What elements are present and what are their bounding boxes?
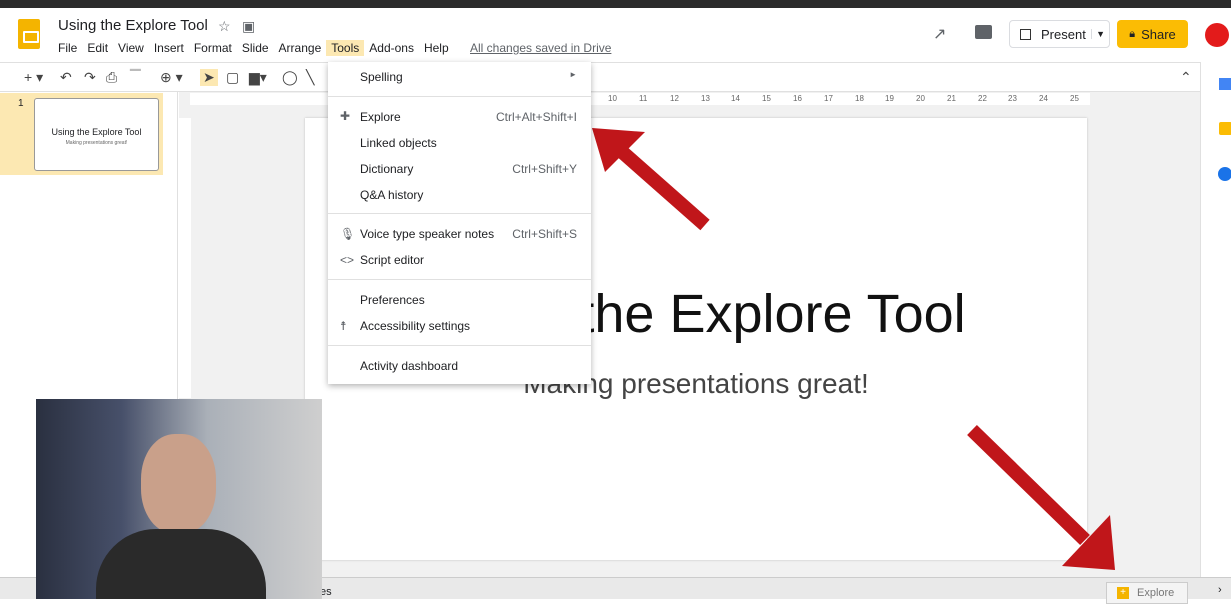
menu-item-accessibility[interactable]: Accessibility settings — [360, 319, 577, 333]
submenu-arrow-icon: ► — [569, 70, 577, 79]
red-arrow-icon — [592, 128, 710, 231]
webcam-overlay — [36, 399, 322, 599]
explore-icon: ✚ — [340, 109, 351, 123]
menu-item-explore[interactable]: Explore Ctrl+Alt+Shift+I — [360, 110, 577, 124]
tools-dropdown-menu: Spelling ► ✚ Explore Ctrl+Alt+Shift+I Link… — [328, 62, 591, 384]
tasks-icon[interactable] — [1218, 167, 1231, 181]
red-arrow-icon — [967, 424, 1115, 570]
menu-item-linked-objects[interactable]: Linked objects — [360, 136, 577, 150]
menu-item-voice-type[interactable]: Voice type speaker notes Ctrl+Shift+S — [360, 227, 577, 241]
code-icon: <> — [340, 253, 355, 267]
accessibility-icon: ☨ — [340, 319, 347, 333]
expand-panel-icon[interactable]: › — [1218, 584, 1222, 596]
menu-item-qa-history[interactable]: Q&A history — [360, 188, 577, 202]
explore-label: Explore — [1137, 587, 1175, 599]
keep-icon[interactable] — [1219, 122, 1231, 135]
menu-item-script-editor[interactable]: Script editor — [360, 253, 577, 267]
explore-button[interactable]: + Explore — [1106, 582, 1188, 604]
explore-icon: + — [1117, 587, 1129, 599]
microphone-icon: 🎙︎ — [340, 227, 356, 241]
menu-item-spelling[interactable]: Spelling ► — [360, 70, 577, 84]
calendar-icon[interactable] — [1219, 78, 1231, 90]
menu-item-preferences[interactable]: Preferences — [360, 293, 577, 307]
side-panel — [1200, 62, 1231, 599]
presenter-body — [96, 529, 266, 599]
presenter-face — [141, 434, 216, 534]
menu-item-dictionary[interactable]: Dictionary Ctrl+Shift+Y — [360, 162, 577, 176]
menu-item-activity-dashboard[interactable]: Activity dashboard — [360, 359, 577, 373]
